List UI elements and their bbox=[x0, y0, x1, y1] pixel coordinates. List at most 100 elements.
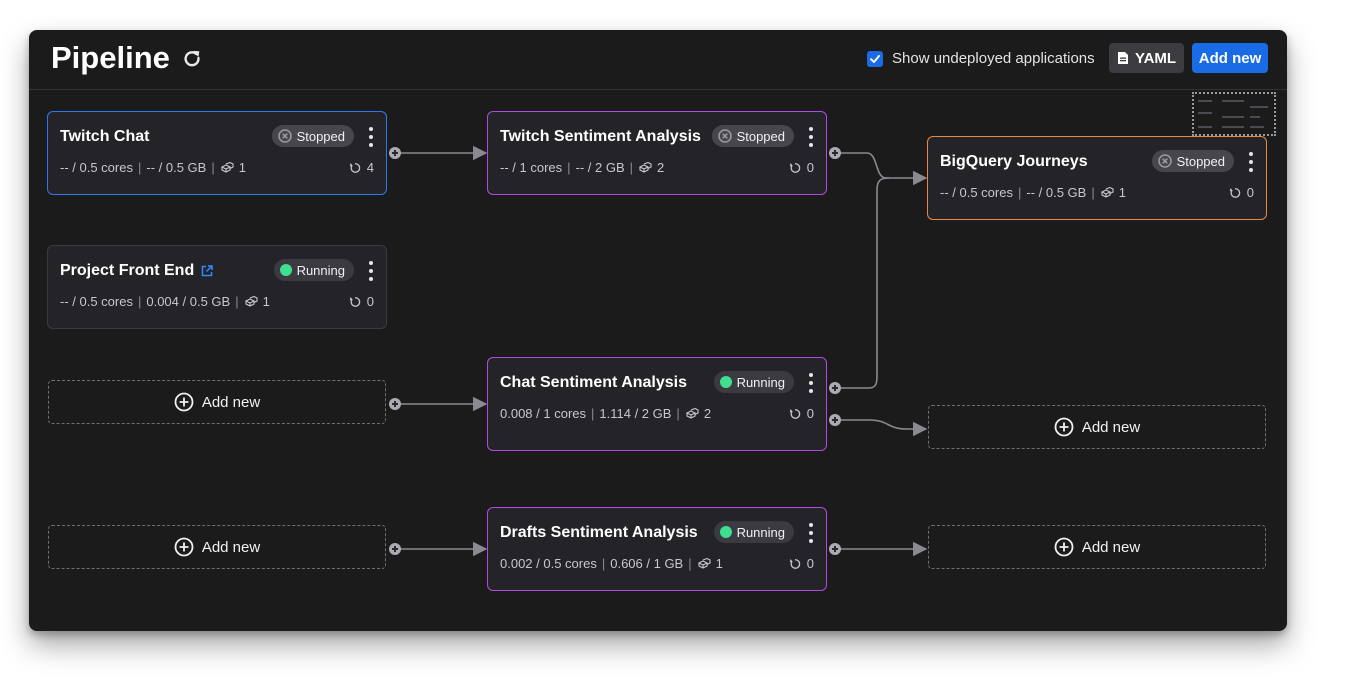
status-text: Running bbox=[736, 374, 785, 390]
restart-value: 0 bbox=[1246, 185, 1254, 200]
cpu-usage: 0.008 / 1 cores bbox=[500, 406, 586, 421]
running-indicator bbox=[719, 526, 732, 538]
status-badge: Stopped bbox=[1151, 150, 1234, 172]
app-node[interactable]: Twitch Chat Stopped -- / 0.5 cores | -- /… bbox=[47, 111, 387, 195]
replica-count: 1 bbox=[238, 160, 246, 175]
cpu-usage: -- / 0.5 cores bbox=[60, 160, 133, 175]
restart-icon bbox=[789, 408, 800, 419]
resource-stats: -- / 1 cores | -- / 2 GB | 2 bbox=[500, 160, 665, 175]
replicas-icon bbox=[697, 557, 711, 569]
app-name: Twitch Sentiment Analysis bbox=[500, 128, 701, 145]
add-new-placeholder[interactable]: Add new bbox=[48, 380, 386, 424]
app-name: Project Front End bbox=[60, 262, 195, 279]
output-port[interactable] bbox=[389, 398, 401, 410]
output-port[interactable] bbox=[829, 414, 841, 426]
restart-value: 0 bbox=[806, 406, 814, 421]
status-badge: Running bbox=[713, 371, 794, 393]
edge bbox=[835, 177, 890, 389]
status-text: Stopped bbox=[296, 128, 345, 144]
app-node[interactable]: Twitch Sentiment Analysis Stopped -- / 1… bbox=[487, 111, 827, 195]
output-port[interactable] bbox=[389, 147, 401, 159]
status-text: Stopped bbox=[736, 128, 785, 144]
status-text: Running bbox=[736, 524, 785, 540]
output-port[interactable] bbox=[389, 543, 401, 555]
kebab-menu-icon[interactable] bbox=[366, 261, 376, 281]
restart-count: 4 bbox=[349, 160, 374, 175]
restart-icon bbox=[349, 296, 360, 307]
edge bbox=[835, 419, 928, 437]
resource-stats: -- / 0.5 cores | -- / 0.5 GB | 1 bbox=[60, 160, 246, 175]
replicas-icon bbox=[244, 295, 258, 307]
running-indicator bbox=[719, 376, 732, 388]
app-name: Drafts Sentiment Analysis bbox=[500, 524, 698, 541]
memory-usage: 0.004 / 0.5 GB bbox=[146, 294, 231, 309]
restart-icon bbox=[789, 162, 800, 173]
placeholder-label: Add new bbox=[1081, 538, 1141, 556]
app-name: Twitch Chat bbox=[60, 128, 150, 145]
replicas-icon bbox=[220, 161, 234, 173]
replicas-icon bbox=[685, 407, 699, 419]
replica-count: 1 bbox=[1118, 185, 1126, 200]
stop-icon bbox=[277, 129, 292, 143]
status-badge: Running bbox=[273, 259, 354, 281]
add-new-placeholder[interactable]: Add new bbox=[48, 525, 386, 569]
stop-icon bbox=[1157, 154, 1172, 168]
app-node[interactable]: BigQuery Journeys Stopped -- / 0.5 cores… bbox=[927, 136, 1267, 220]
replica-count: 2 bbox=[703, 406, 712, 421]
restart-value: 4 bbox=[366, 160, 374, 175]
restart-value: 0 bbox=[806, 160, 814, 175]
app-name: BigQuery Journeys bbox=[940, 153, 1088, 170]
pipeline-panel: Pipeline Show undeployed applications YA… bbox=[29, 30, 1287, 631]
kebab-menu-icon[interactable] bbox=[806, 373, 816, 393]
cpu-usage: -- / 1 cores bbox=[500, 160, 563, 175]
replica-count: 2 bbox=[657, 160, 665, 175]
placeholder-label: Add new bbox=[201, 393, 261, 411]
output-port[interactable] bbox=[829, 382, 841, 394]
restart-count: 0 bbox=[789, 160, 814, 175]
running-indicator bbox=[279, 264, 292, 276]
restart-value: 0 bbox=[806, 556, 814, 571]
app-node[interactable]: Drafts Sentiment Analysis Running 0.002 … bbox=[487, 507, 827, 591]
cpu-usage: -- / 0.5 cores bbox=[60, 294, 133, 309]
resource-stats: 0.008 / 1 cores | 1.114 / 2 GB | 2 bbox=[500, 406, 712, 421]
restart-count: 0 bbox=[349, 294, 374, 309]
kebab-menu-icon[interactable] bbox=[806, 127, 816, 147]
cpu-usage: 0.002 / 0.5 cores bbox=[500, 556, 597, 571]
status-text: Running bbox=[296, 262, 345, 278]
add-new-placeholder[interactable]: Add new bbox=[928, 405, 1266, 449]
restart-count: 0 bbox=[789, 406, 814, 421]
memory-usage: -- / 2 GB bbox=[575, 160, 625, 175]
replicas-icon bbox=[1100, 186, 1114, 198]
plus-circle-icon bbox=[1054, 417, 1074, 437]
resource-stats: 0.002 / 0.5 cores | 0.606 / 1 GB | 1 bbox=[500, 556, 723, 571]
replica-count: 1 bbox=[715, 556, 723, 571]
app-name-row: Project Front End bbox=[60, 262, 214, 280]
app-name: Chat Sentiment Analysis bbox=[500, 374, 688, 391]
placeholder-label: Add new bbox=[201, 538, 261, 556]
edge bbox=[835, 152, 928, 186]
resource-stats: -- / 0.5 cores | 0.004 / 0.5 GB | 1 bbox=[60, 294, 270, 309]
resource-stats: -- / 0.5 cores | -- / 0.5 GB | 1 bbox=[940, 185, 1126, 200]
replicas-icon bbox=[638, 161, 652, 173]
status-badge: Stopped bbox=[271, 125, 354, 147]
app-node[interactable]: Chat Sentiment Analysis Running 0.008 / … bbox=[487, 357, 827, 451]
replica-count: 1 bbox=[262, 294, 270, 309]
memory-usage: -- / 0.5 GB bbox=[146, 160, 207, 175]
kebab-menu-icon[interactable] bbox=[806, 523, 816, 543]
restart-icon bbox=[789, 558, 800, 569]
memory-usage: 0.606 / 1 GB bbox=[610, 556, 684, 571]
restart-count: 0 bbox=[1229, 185, 1254, 200]
stop-icon bbox=[717, 129, 732, 143]
kebab-menu-icon[interactable] bbox=[366, 127, 376, 147]
plus-circle-icon bbox=[174, 392, 194, 412]
add-new-placeholder[interactable]: Add new bbox=[928, 525, 1266, 569]
output-port[interactable] bbox=[829, 147, 841, 159]
app-node[interactable]: Project Front End Running -- / 0.5 cores… bbox=[47, 245, 387, 329]
output-port[interactable] bbox=[829, 543, 841, 555]
restart-value: 0 bbox=[366, 294, 374, 309]
external-link-icon[interactable] bbox=[200, 264, 214, 278]
plus-circle-icon bbox=[174, 537, 194, 557]
kebab-menu-icon[interactable] bbox=[1246, 152, 1256, 172]
cpu-usage: -- / 0.5 cores bbox=[940, 185, 1013, 200]
memory-usage: -- / 0.5 GB bbox=[1026, 185, 1087, 200]
